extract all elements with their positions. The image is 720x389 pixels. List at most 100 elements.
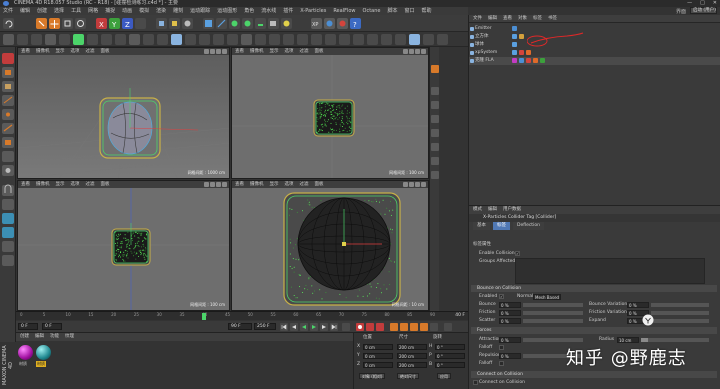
texture-mode-icon[interactable] <box>2 81 14 92</box>
model-mode-icon[interactable] <box>2 67 14 78</box>
friction-variation-slider[interactable] <box>651 311 709 315</box>
am-menu-mode[interactable]: 模式 <box>473 206 482 214</box>
go-to-start-icon[interactable] <box>280 323 288 331</box>
object-row[interactable]: xpSystem <box>469 49 720 57</box>
plugin-tool-icon[interactable] <box>409 34 420 45</box>
tab-basic[interactable]: 基本 <box>473 222 490 230</box>
snap-settings-icon[interactable] <box>2 199 14 210</box>
plugin-tool-icon[interactable] <box>269 34 280 45</box>
next-key-icon[interactable] <box>320 323 328 331</box>
object-name[interactable]: xpSystem <box>475 49 505 57</box>
x-axis-icon[interactable]: X <box>96 18 107 29</box>
key-param-icon[interactable] <box>420 323 428 331</box>
maximize-button[interactable]: □ <box>700 0 705 7</box>
scatter-slider[interactable] <box>523 319 583 323</box>
menu-item[interactable]: 插件 <box>283 7 293 15</box>
go-to-end-icon[interactable] <box>330 323 338 331</box>
mm-menu-texture[interactable]: 纹理 <box>65 333 74 341</box>
plugin-tool-icon[interactable] <box>31 34 42 45</box>
side-tool-icon[interactable] <box>431 143 439 151</box>
plugin-tool-icon[interactable] <box>129 34 140 45</box>
plugin-tool-icon[interactable] <box>353 34 364 45</box>
om-menu-file[interactable]: 文件 <box>473 15 482 22</box>
z-axis-icon[interactable]: Z <box>122 18 133 29</box>
menu-item[interactable]: RealFlow <box>333 7 355 15</box>
plugin-tool-icon[interactable] <box>255 34 266 45</box>
section-bounce[interactable]: Bounce on Collision <box>471 285 717 292</box>
attraction-slider[interactable] <box>523 338 583 342</box>
am-menu-edit[interactable]: 编辑 <box>488 206 497 214</box>
edges-mode-icon[interactable] <box>2 123 14 134</box>
mm-menu-create[interactable]: 创建 <box>20 333 29 341</box>
size-z-field[interactable]: 200 cm <box>397 362 427 368</box>
plugin-tool-icon[interactable] <box>115 34 126 45</box>
tag-icon[interactable] <box>512 26 517 31</box>
normals-select[interactable]: Mesh Based <box>533 294 561 300</box>
loop-icon[interactable] <box>342 323 350 331</box>
rotation-p-field[interactable]: 0 ° <box>435 353 465 359</box>
workplane-icon[interactable] <box>2 95 14 106</box>
size-x-field[interactable]: 200 cm <box>397 344 427 350</box>
menu-item[interactable]: 渲染 <box>156 7 166 15</box>
prev-key-icon[interactable] <box>290 323 298 331</box>
plugin-tool-icon[interactable] <box>171 34 182 45</box>
timeline-menu-icon[interactable] <box>444 323 452 331</box>
menu-item[interactable]: 工具 <box>71 7 81 15</box>
enable-collisions-checkbox[interactable]: ✓ <box>515 251 520 256</box>
render-view-icon[interactable] <box>156 18 167 29</box>
start-frame-field[interactable]: 0 F <box>18 323 38 330</box>
object-row[interactable]: 立方体 <box>469 33 720 41</box>
move-tool-icon[interactable] <box>49 18 60 29</box>
viewport-solo-hierarchy-icon[interactable] <box>2 241 14 252</box>
object-name[interactable]: 立方体 <box>475 33 505 41</box>
falloff-toggle[interactable] <box>499 345 504 350</box>
plugin-tool-icon[interactable] <box>17 34 28 45</box>
plugin-tool-icon[interactable] <box>59 34 70 45</box>
rotation-b-field[interactable]: 0 ° <box>435 362 465 368</box>
plugin-tool-icon[interactable] <box>185 34 196 45</box>
side-tool-icon[interactable] <box>431 65 439 73</box>
om-menu-view[interactable]: 查看 <box>503 15 512 22</box>
object-name[interactable]: 球体 <box>475 41 505 49</box>
close-button[interactable]: ✕ <box>713 0 717 7</box>
side-tool-icon[interactable] <box>431 129 439 137</box>
menu-item[interactable]: 捕捉 <box>105 7 115 15</box>
object-row[interactable]: 克隆 FLA <box>469 57 720 65</box>
playhead[interactable] <box>202 313 207 320</box>
xp-toolbar-icon[interactable]: XP <box>311 18 322 29</box>
array-icon[interactable] <box>242 18 253 29</box>
points-mode-icon[interactable] <box>2 109 14 120</box>
plugin-tool-icon[interactable] <box>101 34 112 45</box>
plugin-tool-icon[interactable] <box>437 34 448 45</box>
menu-item[interactable]: 编辑 <box>20 7 30 15</box>
plugin-tool-icon[interactable] <box>325 34 336 45</box>
enable-axis-icon[interactable] <box>2 151 14 162</box>
friction-slider[interactable] <box>523 311 583 315</box>
bounce-variation-slider[interactable] <box>651 303 709 307</box>
plugin-tool-icon[interactable] <box>241 34 252 45</box>
xp-question-icon[interactable]: ? <box>350 18 361 29</box>
menu-item[interactable]: 文件 <box>3 7 13 15</box>
camera-icon[interactable] <box>268 18 279 29</box>
menu-item[interactable]: 选择 <box>54 7 64 15</box>
plugin-tool-icon[interactable] <box>157 34 168 45</box>
scale-tool-icon[interactable] <box>62 18 73 29</box>
undo-icon[interactable] <box>3 18 14 29</box>
om-menu-bookmarks[interactable]: 书签 <box>548 15 557 22</box>
plugin-tool-icon[interactable] <box>395 34 406 45</box>
tag-icon[interactable] <box>519 50 524 55</box>
key-position-icon[interactable] <box>390 323 398 331</box>
attraction-field[interactable]: 0 % <box>499 337 521 343</box>
rotation-h-field[interactable]: 0 ° <box>435 344 465 350</box>
polygons-mode-icon[interactable] <box>2 137 14 148</box>
viewport-perspective[interactable]: 查看 摄像机 显示 选项 过滤 面板 透视视图 网格间距 : 1000 cm <box>17 47 230 179</box>
plugin-tool-icon[interactable] <box>143 34 154 45</box>
plugin-tool-icon[interactable] <box>311 34 322 45</box>
menu-item[interactable]: Octane <box>363 7 381 15</box>
bounce-slider[interactable] <box>523 303 583 307</box>
connect-on-collision-checkbox[interactable] <box>473 380 478 385</box>
am-menu-userdata[interactable]: 用户数据 <box>503 206 521 214</box>
menu-item[interactable]: 网格 <box>88 7 98 15</box>
menu-item[interactable]: 帮助 <box>422 7 432 15</box>
menu-item[interactable]: 雕刻 <box>173 7 183 15</box>
